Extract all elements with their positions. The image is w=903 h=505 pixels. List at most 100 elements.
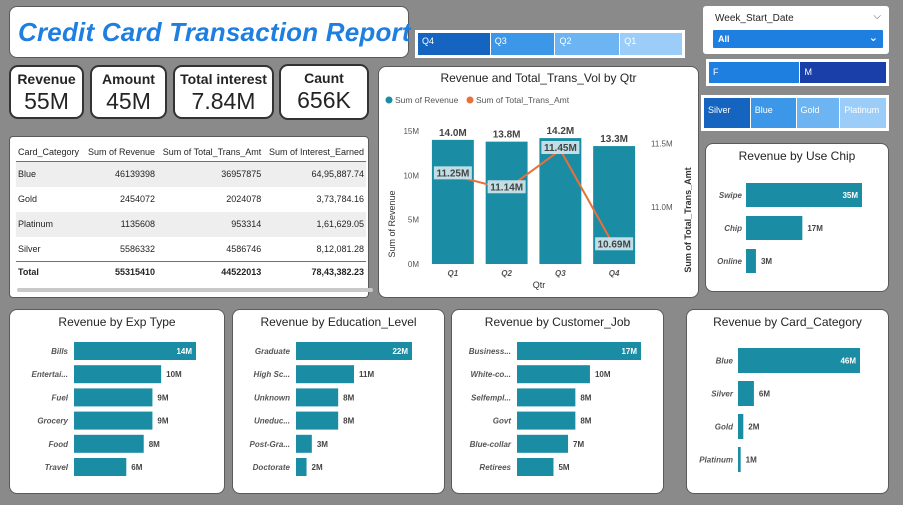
exp-type-chart-svg: Bills 14M Entertai... 10M Fuel 9M Grocery 9M Foo…: [32, 342, 196, 476]
kpi-label: Amount: [102, 71, 155, 87]
slicer-q3[interactable]: Q3: [490, 33, 555, 55]
data-label: 14M: [176, 347, 192, 356]
bar: [296, 434, 312, 453]
bar-data-label: 13.8M: [493, 130, 521, 141]
table-cell: Gold: [18, 194, 38, 204]
bar-data-label: 13.3M: [600, 134, 628, 145]
bar: [738, 381, 754, 406]
gender-slicer[interactable]: F M: [706, 59, 889, 86]
data-label: 1M: [746, 456, 757, 465]
education-level-chart: Revenue by Education_Level Graduate 22M Hi…: [232, 309, 445, 494]
card-category-slicer[interactable]: Silver Blue Gold Platinum: [701, 95, 889, 131]
column-header[interactable]: Sum of Interest_Earned: [263, 144, 366, 162]
revenue-bar: [431, 139, 474, 264]
bar: [296, 388, 339, 407]
table-cell: 55315410: [83, 261, 158, 282]
category-label: Online: [717, 257, 742, 266]
data-label: 35M: [842, 191, 858, 200]
kpi-total-interest: Total interest 7.84M: [173, 65, 274, 119]
slicer-q4[interactable]: Q4: [418, 33, 490, 55]
legend-label: Sum of Total_Trans_Amt: [476, 95, 570, 105]
table-cell: 1,61,629.05: [263, 211, 366, 237]
data-label: 10M: [595, 370, 611, 379]
summary-table: Card_Category Sum of Revenue Sum of Tota…: [16, 144, 366, 282]
slicer-gold[interactable]: Gold: [796, 98, 840, 128]
report-title: Credit Card Transaction Report: [18, 17, 411, 47]
bar: [746, 216, 803, 240]
chevron-down-icon[interactable]: ⌵: [873, 11, 881, 22]
slicer-silver[interactable]: Silver: [704, 98, 750, 128]
kpi-revenue: Revenue 55M: [9, 65, 84, 119]
x-tick-label: Q2: [501, 269, 512, 278]
kpi-value: 7.84M: [191, 88, 256, 114]
y2-tick-label: 11.5M: [651, 140, 673, 149]
data-label: 17M: [621, 347, 637, 356]
kpi-label: Total interest: [180, 71, 267, 87]
exp-type-chart: Revenue by Exp Type Bills 14M Entertai... 1…: [9, 309, 225, 494]
week-start-date-filter[interactable]: Week_Start_Date ⌵ All ⌄: [703, 6, 889, 54]
slicer-m[interactable]: M: [800, 62, 886, 83]
table-header-row: Card_Category Sum of Revenue Sum of Tota…: [16, 144, 366, 162]
legend-label: Sum of Revenue: [395, 95, 459, 105]
week-filter-select[interactable]: All ⌄: [713, 30, 883, 48]
slicer-q1[interactable]: Q1: [620, 33, 682, 55]
bar: [517, 458, 554, 476]
y-axis-title: Sum of Revenue: [387, 190, 397, 257]
data-label: 22M: [392, 347, 408, 356]
slicer-f[interactable]: F: [709, 62, 800, 83]
kpi-value: 55M: [24, 88, 69, 114]
table-cell: Total: [16, 261, 84, 282]
category-label: Post-Gra...: [250, 440, 290, 449]
title-card: Credit Card Transaction Report: [9, 6, 411, 58]
table-cell: 1135608: [83, 211, 158, 237]
category-label: Doctorate: [253, 463, 291, 472]
category-label: White-co...: [471, 370, 511, 379]
revenue-bar: [539, 138, 582, 264]
slicer-q2[interactable]: Q2: [555, 33, 620, 55]
customer-job-chart-svg: Business... 17M White-co... 10M Selfempl... 8…: [469, 342, 641, 476]
slicer-platinum[interactable]: Platinum: [840, 98, 887, 128]
slicer-blue[interactable]: Blue: [750, 98, 796, 128]
legend-marker-revenue: [385, 96, 393, 104]
table-row: Silver 5586332 4586746 8,12,081.28: [16, 237, 366, 262]
category-label: Silver: [711, 390, 734, 399]
horizontal-scrollbar[interactable]: [17, 288, 373, 292]
data-label: 6M: [131, 463, 142, 472]
table-row: Platinum 1135608 953314 1,61,629.05: [16, 211, 366, 237]
education-level-chart-svg: Graduate 22M High Sc... 11M Unknown 8M Uneduc.…: [250, 342, 412, 476]
data-label: 6M: [759, 390, 770, 399]
table-cell: 8,12,081.28: [316, 243, 364, 254]
legend-marker-trans-amt: [466, 96, 474, 104]
customer-job-chart: Revenue by Customer_Job Business... 17M Wh…: [451, 309, 664, 494]
data-label: 8M: [580, 393, 591, 402]
kpi-amount: Amount 45M: [90, 65, 167, 119]
use-chip-chart: Revenue by Use Chip Swipe 35M Chip 17M Onlin…: [705, 143, 889, 292]
qtr-chart-svg: Sum of Revenue Sum of Total_Trans_Amt Su…: [385, 95, 693, 290]
category-label: Gold: [715, 423, 734, 432]
x-tick-label: Q3: [555, 269, 566, 278]
y-tick-label: 10M: [403, 171, 419, 180]
table-cell: 44522013: [157, 261, 264, 282]
card-category-table: Card_Category Sum of Revenue Sum of Tota…: [9, 136, 373, 298]
week-filter-value: All: [718, 34, 730, 44]
line-data-label: 11.45M: [544, 143, 577, 154]
bar: [296, 365, 354, 384]
bar: [738, 447, 741, 472]
column-header[interactable]: Sum of Revenue: [83, 144, 158, 162]
column-header[interactable]: Sum of Total_Trans_Amt: [157, 144, 264, 162]
quarter-slicer[interactable]: Q4 Q3 Q2 Q1: [415, 30, 685, 58]
column-header[interactable]: Card_Category: [16, 144, 84, 162]
data-label: 8M: [343, 417, 354, 426]
data-label: 2M: [312, 463, 323, 472]
bar: [296, 411, 339, 430]
category-label: Travel: [45, 463, 69, 472]
data-label: 8M: [580, 417, 591, 426]
week-filter-title: Week_Start_Date: [715, 13, 794, 24]
category-label: Fuel: [52, 393, 69, 402]
category-label: High Sc...: [254, 370, 290, 379]
category-label: Bills: [51, 347, 68, 356]
line-data-label: 11.14M: [490, 182, 523, 193]
table-cell: 78,43,382.23: [263, 261, 366, 282]
category-label: Graduate: [255, 347, 291, 356]
x-tick-label: Q4: [609, 269, 620, 278]
